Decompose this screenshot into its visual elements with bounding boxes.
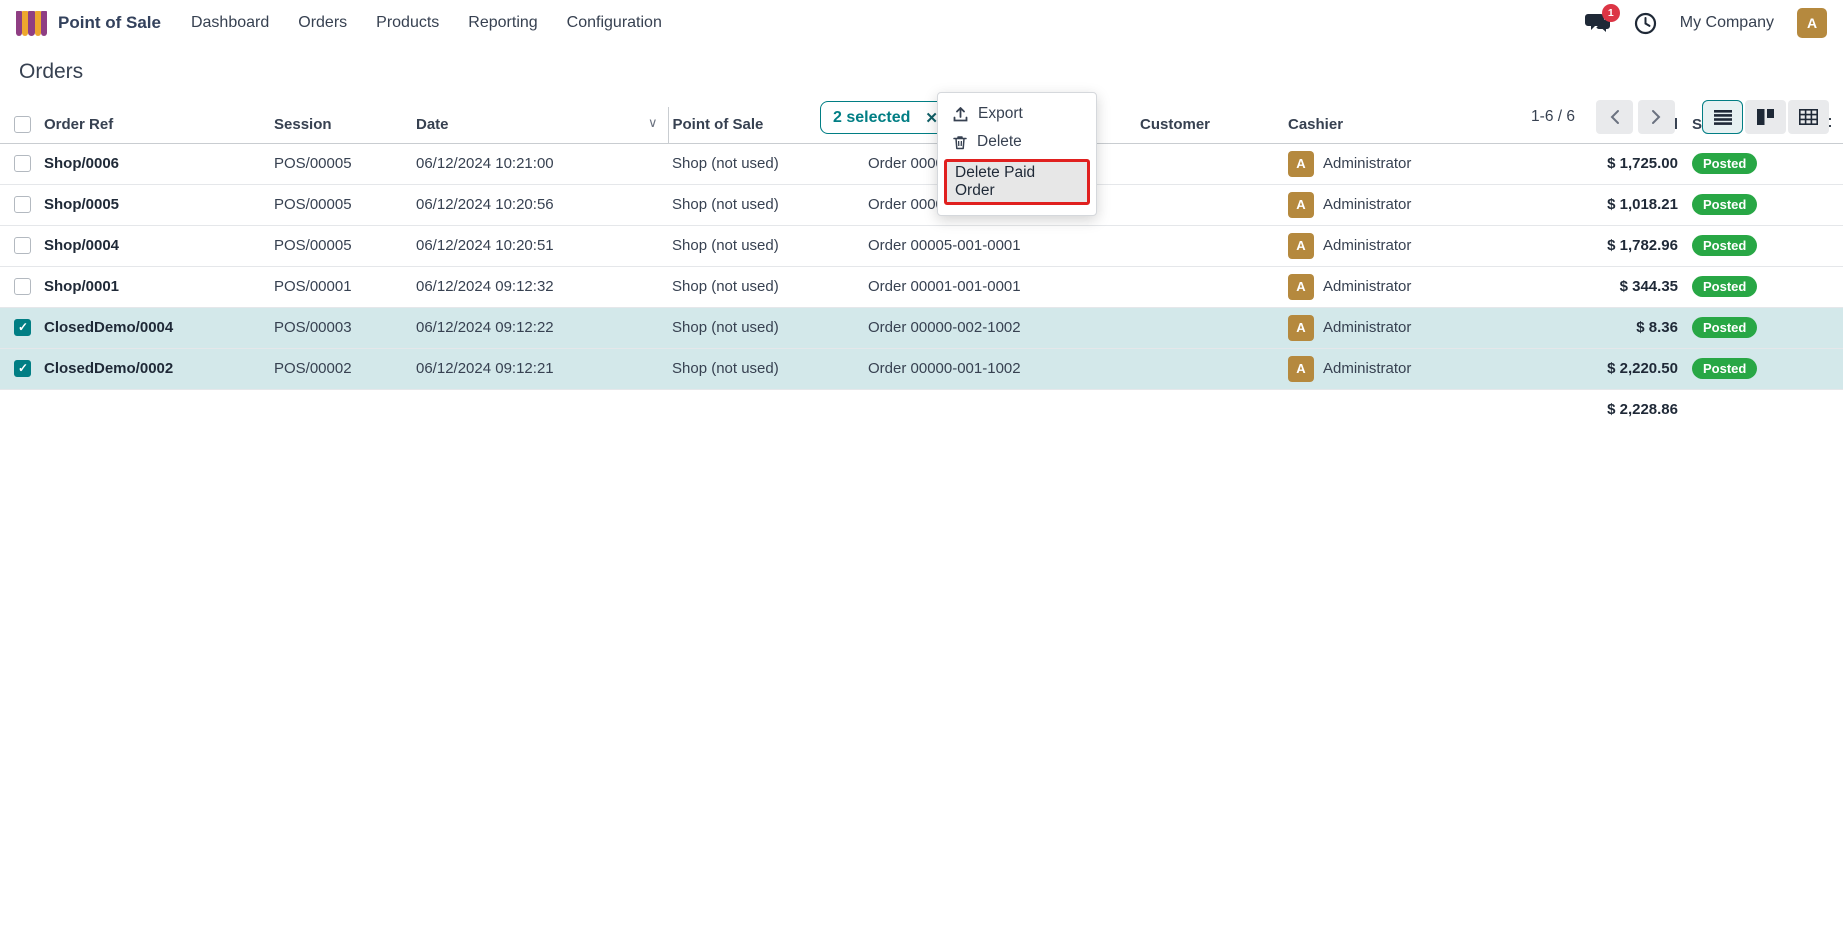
menu-item-delete-paid-order[interactable]: Delete Paid Order: [944, 159, 1090, 205]
row-checkbox[interactable]: [14, 237, 31, 254]
table-row[interactable]: Shop/0004 POS/00005 06/12/2024 10:20:51 …: [0, 225, 1843, 266]
table-footer-row: $ 2,228.86: [0, 389, 1843, 418]
table-row[interactable]: Shop/0005 POS/00005 06/12/2024 10:20:56 …: [0, 184, 1843, 225]
app-name[interactable]: Point of Sale: [58, 13, 161, 33]
pivot-view-button[interactable]: [1788, 100, 1829, 134]
pos-app-icon[interactable]: [16, 11, 47, 36]
cashier-avatar: A: [1288, 233, 1314, 259]
header-date[interactable]: Date∨: [412, 107, 668, 143]
menu-item-delete[interactable]: Delete: [938, 128, 1096, 156]
selected-count-badge: 2 selected ✕: [820, 101, 951, 134]
table-row[interactable]: Shop/0001 POS/00001 06/12/2024 09:12:32 …: [0, 266, 1843, 307]
row-checkbox-checked[interactable]: [14, 360, 31, 377]
header-order-ref[interactable]: Order Ref: [40, 107, 270, 143]
activities-clock-icon[interactable]: [1634, 12, 1657, 35]
sort-desc-icon: ∨: [648, 115, 658, 131]
table-row-selected[interactable]: ClosedDemo/0004 POS/00003 06/12/2024 09:…: [0, 307, 1843, 348]
status-badge: Posted: [1692, 235, 1757, 256]
menu-reporting[interactable]: Reporting: [468, 14, 537, 32]
menu-dashboard[interactable]: Dashboard: [191, 14, 269, 32]
menu-configuration[interactable]: Configuration: [567, 14, 662, 32]
navbar-systray: 1 My Company A: [1585, 8, 1827, 38]
row-checkbox-checked[interactable]: [14, 319, 31, 336]
page-title: Orders: [19, 60, 83, 84]
actions-dropdown-menu: Export Delete Delete Paid Order: [937, 92, 1097, 216]
chevron-right-icon: [1651, 109, 1662, 125]
cashier-avatar: A: [1288, 356, 1314, 382]
selected-count-label: 2 selected: [833, 109, 910, 127]
status-badge: Posted: [1692, 153, 1757, 174]
status-badge: Posted: [1692, 276, 1757, 297]
row-checkbox[interactable]: [14, 155, 31, 172]
footer-total-sum: $ 2,228.86: [1450, 389, 1688, 418]
cashier-avatar: A: [1288, 192, 1314, 218]
control-panel: Orders 2 selected ✕ ⚙ Actions 1-6 / 6: [0, 46, 1843, 107]
pager-previous-button[interactable]: [1596, 100, 1633, 134]
company-switcher[interactable]: My Company: [1680, 14, 1774, 32]
menu-item-export[interactable]: Export: [938, 100, 1096, 128]
pager: 1-6 / 6: [1531, 100, 1829, 134]
header-customer[interactable]: Customer: [1136, 107, 1284, 143]
kanban-view-button[interactable]: [1745, 100, 1786, 134]
row-checkbox[interactable]: [14, 278, 31, 295]
pivot-view-icon: [1799, 109, 1818, 125]
messages-count-badge: 1: [1602, 4, 1620, 22]
pager-range: 1-6 / 6: [1531, 108, 1575, 126]
header-cashier[interactable]: Cashier: [1284, 107, 1450, 143]
chevron-left-icon: [1609, 109, 1620, 125]
top-navbar: Point of Sale Dashboard Orders Products …: [0, 0, 1843, 46]
list-view-button[interactable]: [1702, 100, 1743, 134]
table-row[interactable]: Shop/0006 POS/00005 06/12/2024 10:21:00 …: [0, 143, 1843, 184]
cashier-avatar: A: [1288, 151, 1314, 177]
view-switcher: [1702, 100, 1829, 134]
menu-products[interactable]: Products: [376, 14, 439, 32]
cashier-avatar: A: [1288, 274, 1314, 300]
orders-table: Order Ref Session Date∨ Point of Sale Re…: [0, 107, 1843, 418]
menu-orders[interactable]: Orders: [298, 14, 347, 32]
cashier-avatar: A: [1288, 315, 1314, 341]
list-view-icon: [1714, 110, 1732, 125]
table-row-selected[interactable]: ClosedDemo/0002 POS/00002 06/12/2024 09:…: [0, 348, 1843, 389]
status-badge: Posted: [1692, 317, 1757, 338]
kanban-view-icon: [1757, 109, 1774, 125]
select-all-checkbox[interactable]: [14, 116, 31, 133]
trash-icon: [953, 135, 967, 150]
header-session[interactable]: Session: [270, 107, 412, 143]
pager-next-button[interactable]: [1638, 100, 1675, 134]
messages-button[interactable]: 1: [1585, 12, 1611, 34]
status-badge: Posted: [1692, 194, 1757, 215]
row-checkbox[interactable]: [14, 196, 31, 213]
status-badge: Posted: [1692, 358, 1757, 379]
export-upload-icon: [953, 107, 968, 122]
user-avatar[interactable]: A: [1797, 8, 1827, 38]
